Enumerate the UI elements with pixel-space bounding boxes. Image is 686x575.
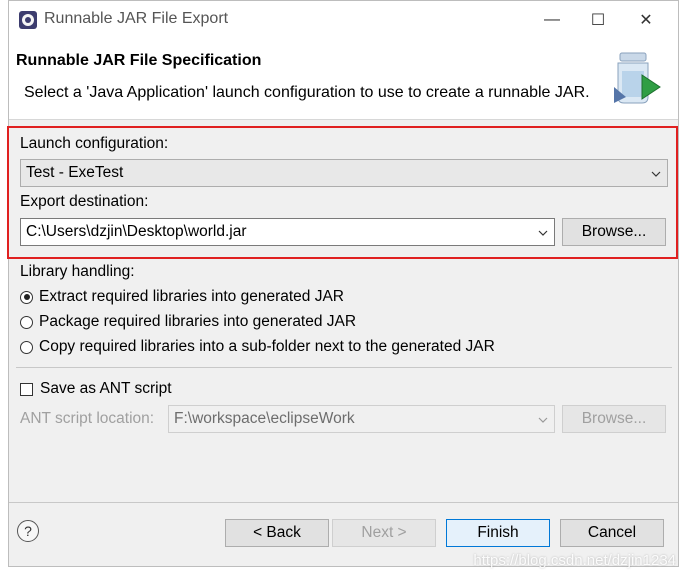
finish-button[interactable]: Finish (446, 519, 550, 547)
ant-location-label: ANT script location: (20, 410, 155, 427)
ant-location-value: F:\workspace\eclipseWork (174, 410, 355, 427)
wizard-header: Runnable JAR File Specification Select a… (9, 39, 678, 120)
close-button[interactable]: ✕ (623, 5, 669, 35)
library-option-label: Package required libraries into generate… (39, 313, 357, 330)
red-highlight-box (7, 126, 678, 259)
cancel-button[interactable]: Cancel (560, 519, 664, 547)
library-option-copy[interactable]: Copy required libraries into a sub-folde… (20, 338, 495, 356)
page-description: Select a 'Java Application' launch confi… (24, 84, 590, 101)
ant-browse-button[interactable]: Browse... (562, 405, 666, 433)
library-handling-label: Library handling: (20, 263, 135, 280)
window-title: Runnable JAR File Export (44, 10, 229, 27)
jar-wizard-icon (614, 52, 661, 104)
save-ant-script-label: Save as ANT script (40, 380, 172, 397)
library-option-extract[interactable]: Extract required libraries into generate… (20, 288, 344, 306)
radio-button[interactable] (20, 290, 33, 304)
eclipse-app-icon (19, 11, 37, 29)
help-icon[interactable]: ? (17, 520, 39, 542)
maximize-button[interactable]: ☐ (575, 5, 621, 35)
checkbox[interactable] (20, 382, 33, 396)
next-button[interactable]: Next > (332, 519, 436, 547)
close-icon: ✕ (639, 12, 653, 29)
library-option-package[interactable]: Package required libraries into generate… (20, 313, 356, 331)
radio-button[interactable] (20, 340, 33, 354)
watermark-text: https://blog.csdn.net/dzjin1234 (473, 552, 676, 569)
library-option-label: Extract required libraries into generate… (39, 288, 344, 305)
page-title: Runnable JAR File Specification (16, 52, 262, 69)
ant-location-input[interactable]: F:\workspace\eclipseWork (168, 405, 555, 433)
radio-button[interactable] (20, 315, 33, 329)
export-dialog: Runnable JAR File Export — ☐ ✕ Runnable … (8, 0, 679, 567)
maximize-icon: ☐ (590, 12, 606, 29)
back-button[interactable]: < Back (225, 519, 329, 547)
minimize-button[interactable]: — (529, 5, 575, 35)
minimize-icon: — (544, 11, 560, 28)
save-ant-script-checkbox[interactable]: Save as ANT script (20, 380, 172, 398)
title-bar: Runnable JAR File Export — ☐ ✕ (9, 1, 678, 39)
footer-separator (9, 502, 678, 503)
library-option-label: Copy required libraries into a sub-folde… (39, 338, 495, 355)
separator (16, 367, 672, 368)
chevron-down-icon (538, 417, 548, 423)
